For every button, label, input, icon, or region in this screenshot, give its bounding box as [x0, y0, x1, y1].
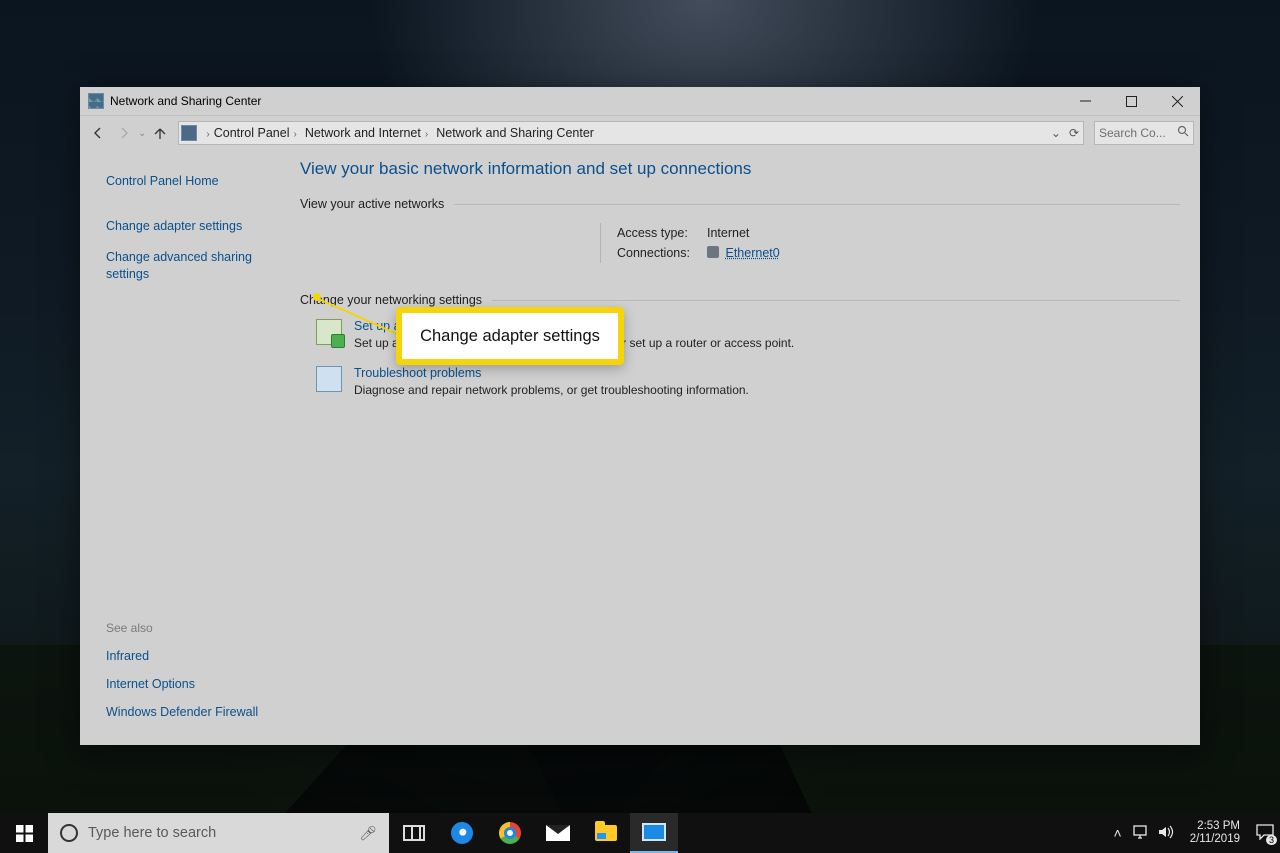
minimize-button[interactable] [1062, 87, 1108, 115]
troubleshoot-link[interactable]: Troubleshoot problems [354, 366, 749, 380]
see-also-firewall[interactable]: Windows Defender Firewall [106, 705, 266, 719]
sidebar-item-adapter-settings[interactable]: Change adapter settings [106, 218, 266, 235]
setup-connection-icon [316, 319, 342, 345]
troubleshoot-icon [316, 366, 342, 392]
taskbar-search[interactable]: Type here to search 🎤︎ [48, 813, 390, 853]
ethernet-icon [707, 246, 719, 258]
access-type-label: Access type: [617, 223, 701, 243]
action-center-badge: 3 [1266, 835, 1277, 845]
option-troubleshoot: Troubleshoot problems Diagnose and repai… [316, 366, 1180, 397]
see-also-section: See also Infrared Internet Options Windo… [106, 621, 266, 733]
main-panel: View your basic network information and … [280, 149, 1200, 745]
breadcrumb-mid[interactable]: Network and Internet› [303, 126, 434, 140]
task-view-button[interactable] [390, 813, 438, 853]
active-networks-header: View your active networks [300, 197, 1180, 211]
connection-link[interactable]: Ethernet0 [725, 246, 779, 260]
address-bar[interactable]: ›Control Panel› Network and Internet› Ne… [178, 121, 1084, 145]
refresh-icon[interactable]: ⟳ [1069, 126, 1079, 140]
search-icon [1177, 125, 1189, 140]
sidebar-item-advanced-sharing[interactable]: Change advanced sharing settings [106, 249, 266, 283]
see-also-infrared[interactable]: Infrared [106, 649, 266, 663]
callout-label: Change adapter settings [420, 327, 600, 346]
window-title: Network and Sharing Center [110, 94, 261, 108]
tray-clock[interactable]: 2:53 PM 2/11/2019 [1184, 820, 1246, 846]
taskbar-explorer[interactable] [582, 813, 630, 853]
connections-label: Connections: [617, 243, 701, 263]
chrome-icon [499, 822, 521, 844]
troubleshoot-desc: Diagnose and repair network problems, or… [354, 383, 749, 397]
tray-volume-icon[interactable] [1158, 825, 1174, 842]
taskbar-mail[interactable] [534, 813, 582, 853]
network-center-icon [88, 93, 104, 109]
navbar: ⌄ ›Control Panel› Network and Internet› … [80, 115, 1200, 149]
taskbar: Type here to search 🎤︎ ˄ 2:53 PM 2/11/20… [0, 813, 1280, 853]
close-button[interactable] [1154, 87, 1200, 115]
taskbar-edge[interactable] [438, 813, 486, 853]
folder-icon [595, 825, 617, 841]
cortana-circle-icon [60, 824, 78, 842]
nav-recent-chevron-icon[interactable]: ⌄ [138, 127, 146, 139]
mail-icon [546, 825, 570, 841]
search-input[interactable]: Search Co... [1094, 121, 1194, 145]
change-settings-header: Change your networking settings [300, 293, 1180, 307]
tray-overflow-icon[interactable]: ˄ [1114, 825, 1122, 841]
nav-back-button[interactable] [86, 121, 110, 145]
callout-box: Change adapter settings [396, 307, 624, 365]
nav-up-button[interactable] [148, 121, 172, 145]
page-title: View your basic network information and … [300, 159, 1180, 179]
access-type-value: Internet [707, 223, 749, 243]
active-networks-block: Access type: Internet Connections: Ether… [300, 223, 1180, 263]
breadcrumb-root[interactable]: ›Control Panel› [200, 126, 302, 140]
content-area: Control Panel Home Change adapter settin… [80, 149, 1200, 745]
mic-icon[interactable]: 🎤︎ [359, 825, 377, 842]
search-placeholder: Search Co... [1099, 126, 1166, 140]
taskbar-control-panel[interactable] [630, 813, 678, 853]
titlebar[interactable]: Network and Sharing Center [80, 87, 1200, 115]
control-panel-icon [642, 823, 666, 841]
see-also-internet-options[interactable]: Internet Options [106, 677, 266, 691]
sidebar-item-home[interactable]: Control Panel Home [106, 173, 266, 190]
tray-date: 2/11/2019 [1190, 833, 1240, 846]
nav-forward-button[interactable] [112, 121, 136, 145]
system-tray: ˄ 2:53 PM 2/11/2019 3 [1106, 813, 1280, 853]
start-button[interactable] [0, 813, 48, 853]
edge-icon [451, 822, 473, 844]
maximize-button[interactable] [1108, 87, 1154, 115]
breadcrumb-leaf[interactable]: Network and Sharing Center [434, 126, 596, 140]
tray-network-icon[interactable] [1132, 825, 1148, 842]
taskbar-chrome[interactable] [486, 813, 534, 853]
see-also-header: See also [106, 621, 266, 635]
action-center-icon[interactable]: 3 [1256, 824, 1274, 843]
tray-time: 2:53 PM [1190, 820, 1240, 833]
address-chevron-down-icon[interactable]: ⌄ [1051, 126, 1061, 140]
network-sharing-window: Network and Sharing Center ⌄ ›Control Pa… [80, 87, 1200, 745]
address-bar-icon [181, 125, 197, 141]
sidebar: Control Panel Home Change adapter settin… [80, 149, 280, 745]
taskbar-search-placeholder: Type here to search [88, 825, 216, 841]
